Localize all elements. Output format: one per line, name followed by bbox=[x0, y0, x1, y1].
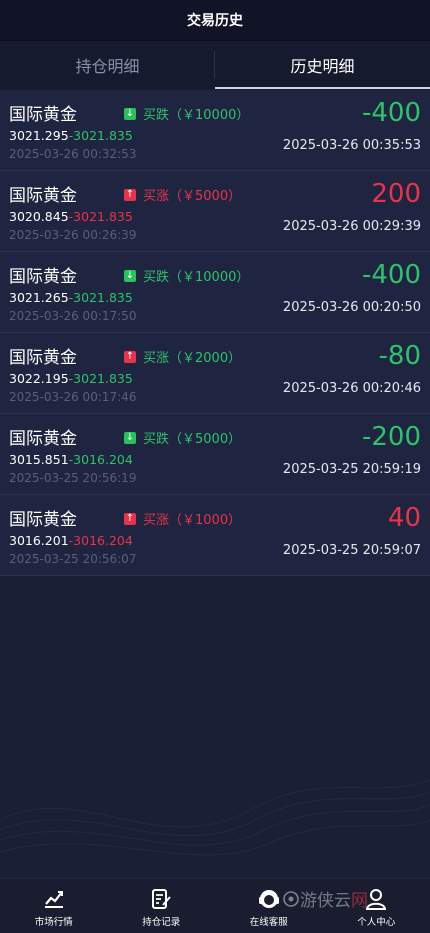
open-time: 2025-03-26 00:17:50 bbox=[9, 309, 136, 323]
close-price: 3021.835 bbox=[73, 209, 133, 224]
watermark-logo-icon bbox=[282, 890, 300, 908]
price-range: 3020.845-3021.835 bbox=[9, 209, 133, 224]
close-price: 3021.835 bbox=[73, 128, 133, 143]
headset-icon bbox=[257, 887, 281, 911]
direction-label: 买涨（￥1000） bbox=[143, 509, 241, 528]
open-price: 3015.851 bbox=[9, 452, 69, 467]
close-time: 2025-03-26 00:20:50 bbox=[283, 300, 421, 315]
open-price: 3021.265 bbox=[9, 290, 69, 305]
close-time: 2025-03-26 00:35:53 bbox=[283, 138, 421, 153]
profit-loss: -200 bbox=[362, 422, 421, 452]
arrow-down-icon: ↓ bbox=[124, 432, 136, 444]
trade-row[interactable]: 国际黄金 ↓ 买跌（￥5000） 3015.851-3016.204 2025-… bbox=[0, 414, 430, 495]
direction-label: 买涨（￥5000） bbox=[143, 185, 241, 204]
open-time: 2025-03-26 00:26:39 bbox=[9, 228, 136, 242]
open-price: 3021.295 bbox=[9, 128, 69, 143]
close-price: 3021.835 bbox=[73, 371, 133, 386]
arrow-up-icon: ↑ bbox=[124, 351, 136, 363]
arrow-up-icon: ↑ bbox=[124, 189, 136, 201]
close-time: 2025-03-25 20:59:19 bbox=[283, 462, 421, 477]
arrow-down-icon: ↓ bbox=[124, 270, 136, 282]
open-price: 3016.201 bbox=[9, 533, 69, 548]
close-price: 3016.204 bbox=[73, 533, 133, 548]
open-price: 3022.195 bbox=[9, 371, 69, 386]
tab-bar: 持仓明细 历史明细 bbox=[0, 41, 430, 89]
nav-support-label: 在线客服 bbox=[250, 914, 288, 928]
page-title: 交易历史 bbox=[187, 10, 243, 30]
price-range: 3021.295-3021.835 bbox=[9, 128, 133, 143]
trade-row[interactable]: 国际黄金 ↓ 买跌（￥10000） 3021.295-3021.835 2025… bbox=[0, 90, 430, 171]
instrument-name: 国际黄金 bbox=[9, 181, 77, 206]
direction-label: 买涨（￥2000） bbox=[143, 347, 241, 366]
chart-icon bbox=[42, 887, 66, 911]
price-range: 3022.195-3021.835 bbox=[9, 371, 133, 386]
direction-badge: ↓ 买跌（￥10000） bbox=[124, 266, 249, 285]
tab-positions[interactable]: 持仓明细 bbox=[0, 41, 215, 89]
trade-row[interactable]: 国际黄金 ↑ 买涨（￥5000） 3020.845-3021.835 2025-… bbox=[0, 171, 430, 252]
direction-label: 买跌（￥10000） bbox=[143, 266, 249, 285]
instrument-name: 国际黄金 bbox=[9, 343, 77, 368]
price-range: 3021.265-3021.835 bbox=[9, 290, 133, 305]
arrow-up-icon: ↑ bbox=[124, 513, 136, 525]
instrument-name: 国际黄金 bbox=[9, 100, 77, 125]
direction-label: 买跌（￥5000） bbox=[143, 428, 241, 447]
nav-positions-label: 持仓记录 bbox=[142, 914, 180, 928]
open-time: 2025-03-26 00:17:46 bbox=[9, 390, 136, 404]
direction-badge: ↑ 买涨（￥1000） bbox=[124, 509, 241, 528]
open-time: 2025-03-26 00:32:53 bbox=[9, 147, 136, 161]
watermark: 游侠云网 bbox=[282, 886, 368, 911]
open-time: 2025-03-25 20:56:19 bbox=[9, 471, 136, 485]
trade-row[interactable]: 国际黄金 ↑ 买涨（￥2000） 3022.195-3021.835 2025-… bbox=[0, 333, 430, 414]
open-time: 2025-03-25 20:56:07 bbox=[9, 552, 136, 566]
instrument-name: 国际黄金 bbox=[9, 424, 77, 449]
tab-history[interactable]: 历史明细 bbox=[215, 41, 430, 89]
close-time: 2025-03-26 00:29:39 bbox=[283, 219, 421, 234]
profit-loss: -80 bbox=[379, 341, 421, 371]
watermark-suffix: 网 bbox=[351, 886, 368, 911]
document-edit-icon bbox=[149, 887, 173, 911]
profit-loss: 200 bbox=[371, 179, 421, 209]
direction-badge: ↑ 买涨（￥5000） bbox=[124, 185, 241, 204]
direction-badge: ↓ 买跌（￥5000） bbox=[124, 428, 241, 447]
watermark-text: 游侠云 bbox=[300, 886, 351, 911]
background-wave-decoration bbox=[0, 740, 430, 880]
direction-badge: ↑ 买涨（￥2000） bbox=[124, 347, 241, 366]
open-price: 3020.845 bbox=[9, 209, 69, 224]
trade-history-list: 国际黄金 ↓ 买跌（￥10000） 3021.295-3021.835 2025… bbox=[0, 90, 430, 576]
trade-row[interactable]: 国际黄金 ↑ 买涨（￥1000） 3016.201-3016.204 2025-… bbox=[0, 495, 430, 576]
profit-loss: -400 bbox=[362, 260, 421, 290]
direction-label: 买跌（￥10000） bbox=[143, 104, 249, 123]
profit-loss: 40 bbox=[388, 503, 421, 533]
nav-profile-label: 个人中心 bbox=[357, 914, 395, 928]
instrument-name: 国际黄金 bbox=[9, 262, 77, 287]
direction-badge: ↓ 买跌（￥10000） bbox=[124, 104, 249, 123]
close-price: 3016.204 bbox=[73, 452, 133, 467]
instrument-name: 国际黄金 bbox=[9, 505, 77, 530]
close-time: 2025-03-25 20:59:07 bbox=[283, 543, 421, 558]
price-range: 3015.851-3016.204 bbox=[9, 452, 133, 467]
profit-loss: -400 bbox=[362, 98, 421, 128]
close-price: 3021.835 bbox=[73, 290, 133, 305]
price-range: 3016.201-3016.204 bbox=[9, 533, 133, 548]
app-header: 交易历史 bbox=[0, 0, 430, 41]
nav-market-label: 市场行情 bbox=[35, 914, 73, 928]
arrow-down-icon: ↓ bbox=[124, 108, 136, 120]
nav-market[interactable]: 市场行情 bbox=[0, 879, 108, 933]
nav-positions[interactable]: 持仓记录 bbox=[108, 879, 216, 933]
close-time: 2025-03-26 00:20:46 bbox=[283, 381, 421, 396]
trade-row[interactable]: 国际黄金 ↓ 买跌（￥10000） 3021.265-3021.835 2025… bbox=[0, 252, 430, 333]
